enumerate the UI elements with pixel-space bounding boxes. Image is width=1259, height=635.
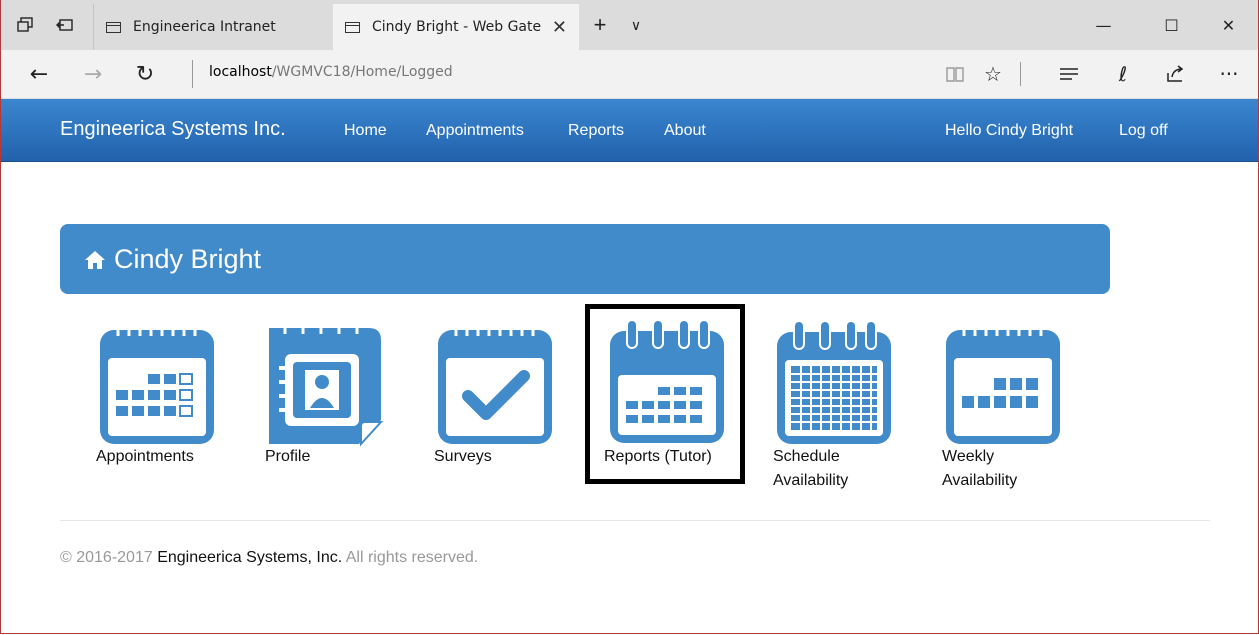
tile-reports-tutor[interactable]: Reports (Tutor) xyxy=(585,304,745,484)
calendar-grid-icon xyxy=(777,320,891,444)
browser-window: Engineerica Intranet Cindy Bright - Web … xyxy=(0,0,1259,634)
tab-preview-icon[interactable] xyxy=(11,0,39,50)
tile-label: Reports (Tutor) xyxy=(604,448,712,465)
tile-label-line1: Schedule xyxy=(773,448,840,465)
page-icon xyxy=(106,21,121,33)
more-icon[interactable]: ··· xyxy=(1211,50,1247,98)
home-icon xyxy=(85,250,105,269)
tab-engineerica-intranet[interactable]: Engineerica Intranet xyxy=(93,4,328,50)
tab-title: Cindy Bright - Web Gate xyxy=(372,19,542,35)
brand-link[interactable]: Engineerica Systems Inc. xyxy=(60,118,286,141)
tile-label-line1: Weekly xyxy=(942,448,995,465)
tile-label: Schedule Availability xyxy=(773,445,848,493)
site-navbar: Engineerica Systems Inc. Home Appointmen… xyxy=(1,99,1258,162)
calendar-weekly-icon xyxy=(946,322,1060,444)
page-title: Cindy Bright xyxy=(114,244,262,274)
maximize-button[interactable]: ☐ xyxy=(1144,0,1199,50)
close-tab-icon[interactable]: ✕ xyxy=(552,17,567,38)
nav-reports[interactable]: Reports xyxy=(568,122,624,140)
favorite-star-icon[interactable]: ☆ xyxy=(975,50,1011,98)
set-tabs-aside-icon[interactable] xyxy=(49,0,81,50)
footer-rights: All rights reserved. xyxy=(342,549,479,566)
new-tab-button[interactable]: + xyxy=(587,0,613,50)
reading-view-icon[interactable] xyxy=(937,50,973,98)
page-icon xyxy=(345,21,360,33)
tab-web-gate[interactable]: Cindy Bright - Web Gate ✕ xyxy=(333,4,579,50)
nav-appointments[interactable]: Appointments xyxy=(426,122,524,140)
user-greeting-link[interactable]: Hello Cindy Bright xyxy=(945,122,1073,140)
tile-label-line2: Availability xyxy=(773,472,849,489)
logoff-link[interactable]: Log off xyxy=(1119,122,1168,140)
footer: © 2016-2017 Engineerica Systems, Inc. Al… xyxy=(60,549,478,567)
user-panel-heading: Cindy Bright xyxy=(60,224,1110,294)
tile-label: Surveys xyxy=(434,448,492,465)
tile-label: Appointments xyxy=(96,448,194,465)
hub-icon[interactable] xyxy=(1051,50,1087,98)
divider xyxy=(1020,62,1021,86)
divider xyxy=(192,60,193,88)
tile-label-line2: Availability xyxy=(942,472,1018,489)
tab-title: Engineerica Intranet xyxy=(133,19,276,35)
address-bar: ← → ↻ localhost/WGMVC18/Home/Logged ☆ ℓ … xyxy=(1,50,1258,99)
calendar-reports-icon xyxy=(610,319,724,443)
web-note-icon[interactable]: ℓ xyxy=(1105,50,1141,98)
tab-list-button[interactable]: ∨ xyxy=(623,0,649,50)
url-host: localhost xyxy=(209,64,272,80)
footer-copyright: © 2016-2017 xyxy=(60,549,158,566)
panel-title-row: Cindy Bright xyxy=(84,244,261,275)
forward-arrow-icon[interactable]: → xyxy=(73,50,113,98)
tile-schedule-availability[interactable]: Schedule Availability xyxy=(773,312,923,492)
close-window-button[interactable]: ✕ xyxy=(1201,0,1256,50)
footer-divider xyxy=(60,520,1210,521)
refresh-icon[interactable]: ↻ xyxy=(125,50,165,98)
calendar-check-icon xyxy=(438,322,552,444)
tile-profile[interactable]: Profile xyxy=(265,312,415,492)
url-path: /WGMVC18/Home/Logged xyxy=(271,64,453,80)
address-book-icon xyxy=(269,320,384,447)
tab-bar: Engineerica Intranet Cindy Bright - Web … xyxy=(1,0,1258,50)
back-arrow-icon[interactable]: ← xyxy=(19,50,59,98)
nav-home[interactable]: Home xyxy=(344,122,387,140)
tile-weekly-availability[interactable]: Weekly Availability xyxy=(942,312,1092,492)
nav-about[interactable]: About xyxy=(664,122,706,140)
tile-label: Profile xyxy=(265,448,311,465)
footer-company: Engineerica Systems, Inc. xyxy=(157,549,343,566)
tile-appointments[interactable]: Appointments xyxy=(96,312,246,492)
tile-label: Weekly Availability xyxy=(942,445,1017,493)
tile-surveys[interactable]: Surveys xyxy=(434,312,584,492)
minimize-button[interactable]: — xyxy=(1076,0,1131,50)
url-field[interactable]: localhost/WGMVC18/Home/Logged xyxy=(209,64,453,80)
share-icon[interactable] xyxy=(1157,50,1193,98)
calendar-appointments-icon xyxy=(100,322,214,444)
